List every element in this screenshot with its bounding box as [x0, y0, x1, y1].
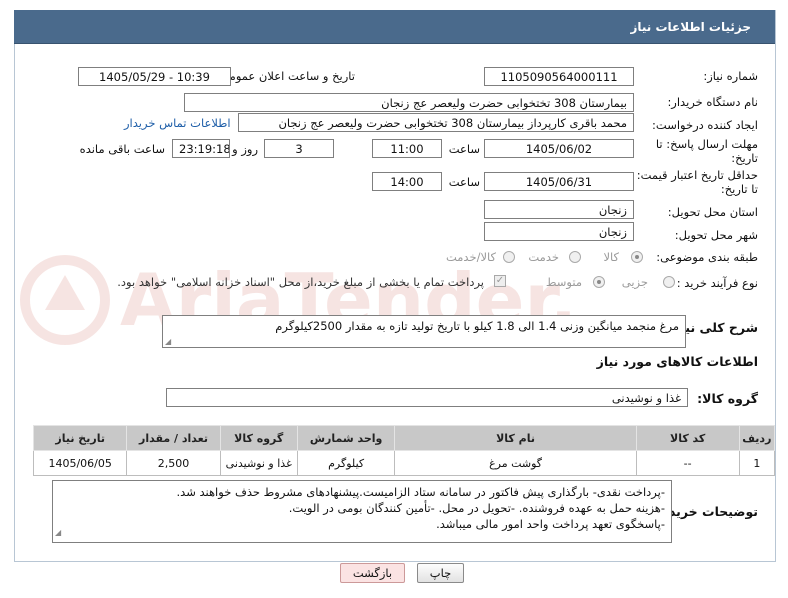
- need-number-field: 1105090564000111: [484, 67, 634, 86]
- cell-quantity: 2,500: [126, 450, 221, 476]
- category-radio-both[interactable]: [503, 251, 515, 263]
- cell-item-name: گوشت مرغ: [394, 450, 637, 476]
- col-header-item-name: نام کالا: [394, 425, 637, 451]
- buyer-notes-line: -هزینه حمل به عهده فروشنده. -تحویل در مح…: [288, 501, 665, 515]
- buyer-org-label: نام دستگاه خریدار:: [667, 95, 758, 109]
- buyer-org-field: بیمارستان 308 تختخوابی حضرت ولیعصر عج زن…: [184, 93, 634, 112]
- table-row: 1 -- گوشت مرغ کیلوگرم غذا و نوشیدنی 2,50…: [32, 450, 776, 476]
- announce-label: تاریخ و ساعت اعلان عمومی:: [216, 69, 355, 83]
- requester-label: ایجاد کننده درخواست:: [652, 118, 758, 132]
- deadline-date-field: 1405/06/02: [484, 139, 634, 158]
- payment-checkbox[interactable]: ✓: [494, 275, 506, 287]
- cell-row-number: 1: [738, 450, 776, 476]
- col-header-group: گروه کالا: [219, 425, 298, 451]
- purchase-radio-medium[interactable]: [593, 276, 605, 288]
- deadline-time-field: 11:00: [372, 139, 442, 158]
- cell-need-date: 1405/06/05: [32, 450, 128, 476]
- buyer-notes-textarea[interactable]: -پرداخت نقدی- بارگذاری پیش فاکتور در سام…: [52, 480, 672, 543]
- purchase-type-label: نوع فرآیند خرید :: [676, 276, 758, 290]
- purchase-option-medium: متوسط: [545, 275, 582, 289]
- payment-note: پرداخت تمام یا بخشی از مبلغ خرید،از محل …: [117, 275, 484, 289]
- validity-label: حداقل تاریخ اعتبار قیمت: تا تاریخ:: [636, 168, 758, 196]
- category-option-both: کالا/خدمت: [445, 250, 496, 264]
- col-header-item-code: کد کالا: [635, 425, 740, 451]
- province-field: زنجان: [484, 200, 634, 219]
- category-option-goods: کالا: [603, 250, 619, 264]
- buyer-contact-link[interactable]: اطلاعات تماس خریدار: [124, 116, 231, 130]
- buyer-notes-line: -پاسخگوی تعهد پرداخت واحد امور مالی میبا…: [436, 517, 665, 531]
- back-button[interactable]: بازگشت: [340, 563, 405, 583]
- requester-field: محمد باقری کارپرداز بیمارستان 308 تختخوا…: [238, 113, 634, 132]
- city-field: زنجان: [484, 222, 634, 241]
- province-label: استان محل تحویل:: [667, 205, 758, 219]
- cell-item-code: --: [635, 450, 740, 476]
- category-option-service: خدمت: [528, 250, 559, 264]
- summary-text: مرغ منجمد میانگین وزنی 1.4 الی 1.8 کیلو …: [275, 319, 679, 333]
- page-title: جزئیات اطلاعات نیاز: [630, 20, 751, 34]
- col-header-need-date: تاریخ نیاز: [32, 425, 128, 451]
- goods-section-title: اطلاعات کالاهای مورد نیاز: [596, 354, 758, 369]
- summary-textarea[interactable]: مرغ منجمد میانگین وزنی 1.4 الی 1.8 کیلو …: [162, 315, 686, 348]
- resize-handle-icon: ◢: [55, 528, 62, 537]
- category-radio-service[interactable]: [569, 251, 581, 263]
- col-header-unit: واحد شمارش: [296, 425, 396, 451]
- goods-group-label: گروه کالا:: [697, 391, 758, 406]
- items-table-header: ردیف کد کالا نام کالا واحد شمارش گروه کا…: [32, 425, 776, 451]
- purchase-radio-minor[interactable]: [663, 276, 675, 288]
- need-number-label: شماره نیاز:: [703, 69, 758, 83]
- goods-group-field: غذا و نوشیدنی: [166, 388, 688, 407]
- deadline-label: مهلت ارسال پاسخ: تا تاریخ:: [655, 137, 758, 165]
- announce-field: 1405/05/29 - 10:39: [78, 67, 231, 86]
- category-label: طبقه بندی موضوعی:: [656, 250, 758, 264]
- validity-time-field: 14:00: [372, 172, 442, 191]
- purchase-option-minor: جزیی: [621, 275, 648, 289]
- validity-date-field: 1405/06/31: [484, 172, 634, 191]
- city-label: شهر محل تحویل:: [674, 228, 758, 242]
- deadline-time-label: ساعت: [448, 142, 480, 156]
- cell-unit: کیلوگرم: [296, 450, 396, 476]
- resize-handle-icon: ◢: [165, 337, 172, 346]
- items-table: ردیف کد کالا نام کالا واحد شمارش گروه کا…: [32, 425, 776, 476]
- validity-time-label: ساعت: [448, 175, 480, 189]
- print-button[interactable]: چاپ: [417, 563, 464, 583]
- cell-group: غذا و نوشیدنی: [219, 450, 298, 476]
- col-header-row-number: ردیف: [738, 425, 776, 451]
- days-count-field: 3: [264, 139, 334, 158]
- header-bar: جزئیات اطلاعات نیاز: [14, 10, 775, 44]
- days-label: روز و: [232, 142, 258, 156]
- buyer-notes-line: -پرداخت نقدی- بارگذاری پیش فاکتور در سام…: [176, 485, 666, 499]
- col-header-quantity: تعداد / مقدار: [126, 425, 221, 451]
- remaining-label: ساعت باقی مانده: [79, 142, 165, 156]
- remaining-time-field: 23:19:18: [172, 139, 230, 158]
- category-radio-goods[interactable]: [631, 251, 643, 263]
